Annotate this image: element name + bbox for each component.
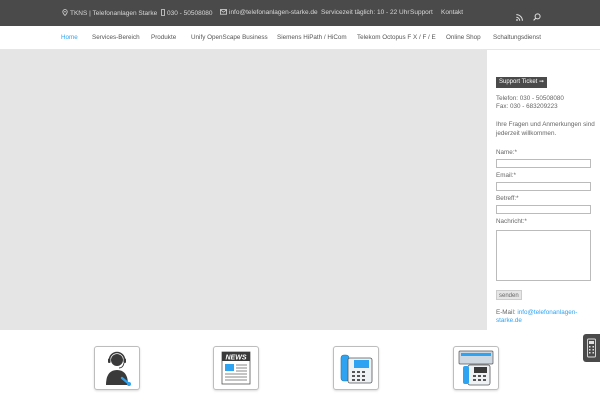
location-icon	[62, 9, 68, 16]
email-address: info@telefonanlagen-starke.de	[229, 9, 318, 16]
sidebar-fax: Fax: 030 - 683209223	[496, 103, 558, 110]
email-prefix: E-Mail:	[496, 309, 518, 316]
phone-side-tab[interactable]	[583, 334, 600, 362]
telephone-system-tile[interactable]	[333, 346, 379, 390]
message-label: Nachricht:*	[496, 218, 527, 225]
contact-link[interactable]: Kontakt	[441, 9, 463, 17]
email-info[interactable]: info@telefonanlagen-starke.de	[220, 9, 318, 17]
telephone-system-icon	[340, 354, 373, 384]
nav-telekom[interactable]: Telekom Octopus F X / F / E	[357, 34, 436, 41]
news-tile[interactable]: NEWS	[213, 346, 259, 390]
name-field[interactable]	[496, 159, 591, 168]
calculator-phone-icon	[587, 338, 596, 358]
nav-switching-service[interactable]: Schaltungsdienst	[493, 34, 541, 41]
phone-shop-icon	[458, 350, 494, 386]
email-label: Email:*	[496, 172, 516, 179]
nav-products[interactable]: Produkte	[151, 34, 176, 41]
news-icon: NEWS	[221, 351, 251, 385]
sidebar-email-line1: E-Mail: info@telefonanlagen-	[496, 309, 577, 317]
phone-icon	[161, 9, 165, 16]
email-field[interactable]	[496, 182, 591, 191]
nav-services[interactable]: Services-Bereich	[92, 34, 140, 41]
search-icon[interactable]	[533, 8, 541, 26]
sidebar-email-link[interactable]: info@telefonanlagen-	[517, 309, 577, 316]
support-agent-icon	[106, 351, 131, 386]
nav-unify[interactable]: Unify OpenScape Business	[191, 34, 268, 41]
sidebar-phone: Telefon: 030 - 50508080	[496, 95, 564, 102]
main-navigation: Home Services-Bereich Produkte Unify Ope…	[0, 26, 600, 50]
phone-info[interactable]: 030 - 50508080	[161, 9, 213, 18]
top-bar: TKNS | Telefonanlagen Starke 030 - 50508…	[0, 0, 600, 26]
service-hours: Servicezeit täglich: 10 - 22 Uhr	[321, 9, 410, 16]
subject-label: Betreff:*	[496, 195, 519, 202]
phone-shop-tile[interactable]	[453, 346, 499, 390]
nav-siemens[interactable]: Siemens HiPath / HiCom	[277, 34, 347, 41]
sidebar-intro-line1: Ihre Fragen und Anmerkungen sind	[496, 121, 595, 128]
name-label: Name:*	[496, 149, 517, 156]
news-label: NEWS	[226, 354, 247, 361]
support-ticket-button[interactable]: Support Ticket ➞	[496, 77, 548, 88]
company-name: TKNS | Telefonanlagen Starke	[70, 10, 158, 17]
sidebar-email-link-cont[interactable]: starke.de	[496, 317, 522, 324]
message-field[interactable]	[496, 230, 591, 281]
phone-number: 030 - 50508080	[167, 10, 213, 17]
mail-icon	[220, 9, 227, 15]
contact-sidebar: Support Ticket ➞ Telefon: 030 - 50508080…	[487, 50, 600, 330]
nav-home[interactable]: Home	[61, 34, 78, 41]
hero-slider	[0, 50, 487, 330]
rss-icon[interactable]	[516, 8, 523, 26]
subject-field[interactable]	[496, 205, 591, 214]
nav-online-shop[interactable]: Online Shop	[446, 34, 481, 41]
support-link[interactable]: Support	[410, 9, 433, 17]
send-button[interactable]: senden	[496, 290, 522, 300]
sidebar-email-line2: starke.de	[496, 317, 522, 325]
support-agent-tile[interactable]	[94, 346, 140, 390]
company-info: TKNS | Telefonanlagen Starke	[62, 9, 157, 18]
sidebar-intro-line2: jederzeit willkommen.	[496, 130, 557, 137]
